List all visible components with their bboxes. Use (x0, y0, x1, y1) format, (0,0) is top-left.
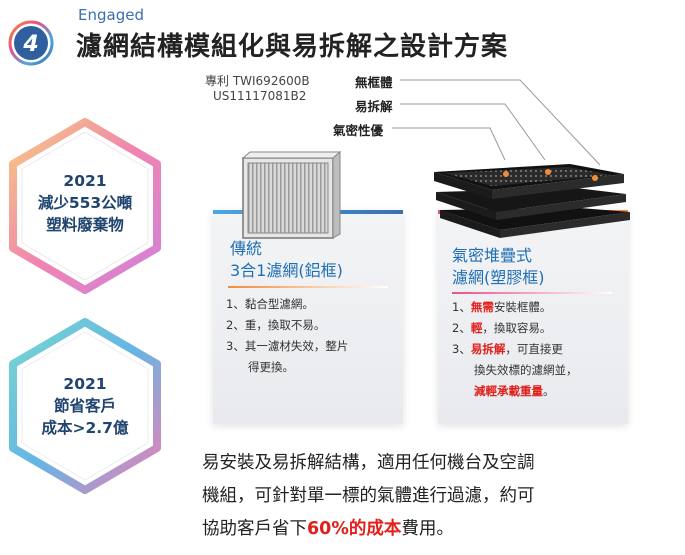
list-item: 3、易拆解，可直接更 (452, 342, 563, 356)
list-item: 2、輕，換取容易。 (452, 321, 552, 335)
feature-airtight: 氣密性優 (333, 123, 384, 138)
list-item: 2、重，換取不易。 (226, 318, 326, 332)
patent-info: 專利 TWI692600B US11117081B2 (205, 74, 310, 104)
card-right-divider (452, 292, 612, 294)
card-right-list: 1、無需安裝框體。 2、輕，換取容易。 3、易拆解，可直接更 換失效標的濾網並，… (452, 297, 627, 402)
aluminum-frame-filter-image (241, 150, 342, 239)
patent-line-1: 專利 TWI692600B (205, 74, 310, 88)
list-item: 1、無需安裝框體。 (452, 300, 552, 314)
engaged-label: Engaged (78, 6, 144, 24)
list-item: 減輕承載重量。 (474, 384, 555, 398)
card-left-title-2: 3合1濾網(鋁框) (230, 261, 343, 280)
summary-line-2: 機組，可針對單一標的氣體進行過濾，約可 (202, 486, 535, 506)
feature-frameless: 無框體 (355, 75, 393, 90)
hex-top-year: 2021 (63, 172, 107, 190)
hex-bottom-line1: 節省客戶 (53, 397, 116, 415)
patent-line-2: US11117081B2 (213, 89, 307, 103)
card-left-title: 傳統 3合1濾網(鋁框) (230, 238, 343, 282)
hex-top-line1: 減少553公噸 (37, 194, 133, 212)
list-item: 得更換。 (248, 360, 294, 374)
hex-bottom-year: 2021 (63, 375, 107, 393)
card-right-title-1: 氣密堆疊式 (452, 246, 533, 265)
step-number-badge: 4 (8, 20, 54, 66)
stacked-plastic-filter-image (434, 164, 630, 238)
list-item: 換失效標的濾網並， (474, 363, 578, 377)
list-item: 3、其一濾材失效，整片 (226, 339, 349, 353)
card-left-list: 1、黏合型濾網。 2、重，換取不易。 3、其一濾材失效，整片 得更換。 (226, 294, 401, 378)
hexagon-bottom-text: 2021 節省客戶 成本>2.7億 (5, 373, 165, 439)
summary-line-3: 協助客戶省下60%的成本費用。 (202, 519, 454, 539)
hex-bottom-line2: 成本>2.7億 (41, 419, 129, 437)
summary-paragraph: 易安裝及易拆解結構，適用任何機台及空調 機組，可針對單一標的氣體進行過濾，約可 … (202, 447, 662, 546)
card-right-title: 氣密堆疊式 濾網(塑膠框) (452, 245, 545, 289)
card-left-title-1: 傳統 (230, 239, 263, 258)
card-right-title-2: 濾網(塑膠框) (452, 268, 545, 287)
step-number: 4 (22, 32, 38, 57)
hexagon-top-text: 2021 減少553公噸 塑料廢棄物 (5, 170, 165, 236)
page-title: 濾網結構模組化與易拆解之設計方案 (76, 32, 509, 62)
hex-top-line2: 塑料廢棄物 (46, 216, 124, 234)
summary-line-1: 易安裝及易拆解結構，適用任何機台及空調 (202, 453, 535, 473)
card-left-divider (228, 286, 388, 288)
cost-saving-highlight: 60%的成本 (307, 519, 402, 539)
feature-easy-disassembly: 易拆解 (355, 99, 393, 114)
list-item: 1、黏合型濾網。 (226, 297, 314, 311)
